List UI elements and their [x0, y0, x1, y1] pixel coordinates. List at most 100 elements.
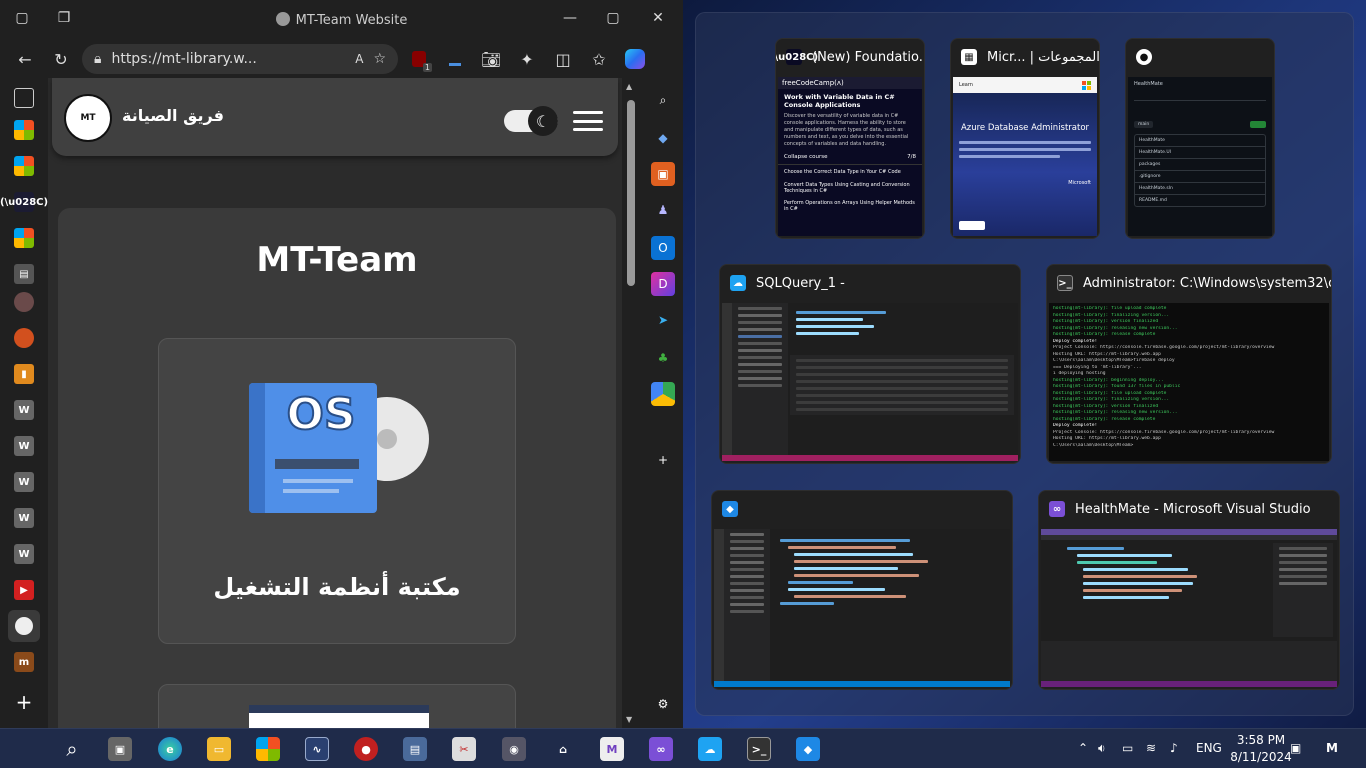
volume-icon[interactable]: 🔉︎	[1098, 741, 1106, 756]
terminal-taskbar-icon[interactable]: >_	[747, 737, 771, 761]
games-icon[interactable]: ♟	[651, 198, 675, 222]
battery-icon[interactable]: ▭	[1122, 741, 1133, 755]
language-indicator[interactable]: ENG	[1196, 741, 1222, 755]
designer-icon[interactable]: D	[651, 272, 675, 296]
tab-wix-icon[interactable]: W	[14, 472, 34, 492]
mt-app-icon[interactable]: M	[600, 737, 624, 761]
wifi-icon[interactable]: ≋	[1146, 741, 1156, 755]
fcc-desc: Discover the versatility of variable dat…	[784, 113, 909, 147]
speaker-icon[interactable]: ♪	[1170, 741, 1178, 755]
tab-wix-icon[interactable]: W	[14, 544, 34, 564]
tab-microsoft-icon[interactable]	[14, 228, 34, 248]
snipping-tool-icon[interactable]: ✂	[452, 737, 476, 761]
tab-analytics-icon[interactable]: ▮	[14, 364, 34, 384]
recording-app-icon[interactable]: ●	[354, 737, 378, 761]
file-explorer-icon[interactable]: ▭	[207, 737, 231, 761]
microsoft-store-icon[interactable]	[256, 737, 280, 761]
os-library-card[interactable]: OS مكتبة أنظمة التشغيل	[158, 338, 516, 644]
dark-mode-toggle[interactable]: ☾	[504, 106, 558, 136]
remote-desktop-icon[interactable]: ▤	[403, 737, 427, 761]
tools-icon[interactable]: ▣	[651, 162, 675, 186]
task-view-icon[interactable]: ▣	[108, 737, 132, 761]
mosque-app-icon[interactable]: ⌂	[551, 737, 575, 761]
snap-window-header: >_ Administrator: C:\Windows\system32\cm…	[1047, 265, 1331, 301]
connect-icon[interactable]: ◉	[502, 737, 526, 761]
new-tab-button[interactable]: +	[14, 690, 34, 714]
visual-studio-preview	[1041, 529, 1337, 687]
edge-taskbar-icon[interactable]: e	[158, 737, 182, 761]
window-title: MT-Team Website	[0, 12, 683, 28]
tab-freecodecamp-icon[interactable]: (\u028C)	[0, 192, 48, 212]
resource-monitor-icon[interactable]: ∿	[305, 737, 329, 761]
tab-actions-icon[interactable]	[14, 88, 34, 108]
snap-window-github[interactable]: ● HealthMate main HealthMate HealthMate.…	[1125, 38, 1275, 239]
favorites-icon[interactable]: ✩	[584, 44, 614, 74]
show-hidden-icons-chevron-icon[interactable]: ⌃	[1078, 741, 1088, 755]
telegram-icon[interactable]: ➤	[651, 308, 675, 332]
browser-window: ▢ ❐ MT-Team Website — ▢ ✕ ← ↻ 🔒︎ https:/…	[0, 0, 683, 728]
sql-preview	[722, 303, 1018, 461]
snap-window-title: Micr... | المجموعات	[987, 49, 1099, 65]
tab-mt-team-active[interactable]	[8, 610, 40, 642]
learn-preview: Learn Azure Database Administrator Micro…	[953, 77, 1097, 236]
tab-wix-icon[interactable]: W	[14, 436, 34, 456]
google-drive-icon[interactable]	[651, 382, 675, 406]
site-logo[interactable]: MT	[64, 94, 112, 142]
scrollbar-thumb[interactable]	[627, 100, 635, 286]
maximize-button[interactable]: ▢	[603, 10, 623, 30]
back-button[interactable]: ←	[10, 44, 40, 74]
tree-icon[interactable]: ♣	[651, 346, 675, 370]
learn-heading: Azure Database Administrator	[960, 123, 1090, 133]
vscode-taskbar-icon[interactable]: ◆	[796, 737, 820, 761]
outlook-icon[interactable]: O	[651, 236, 675, 260]
tab-wix-icon[interactable]: W	[14, 400, 34, 420]
tab-site-icon[interactable]	[14, 292, 34, 312]
clock[interactable]: 3:58 PM 8/11/2024	[1230, 732, 1292, 766]
snap-window-visual-studio[interactable]: ∞ HealthMate - Microsoft Visual Studio	[1038, 490, 1340, 690]
refresh-button[interactable]: ↻	[46, 44, 76, 74]
start-button[interactable]	[12, 737, 34, 759]
shopping-tag-icon[interactable]: ◆	[651, 126, 675, 150]
azure-data-studio-taskbar-icon[interactable]: ☁	[698, 737, 722, 761]
hamburger-menu-button[interactable]	[573, 111, 603, 131]
tab-youtube-icon[interactable]: ▶	[14, 580, 34, 600]
extension-blue-icon[interactable]	[440, 44, 470, 74]
terminal-preview: hosting[mt-library]: file upload complet…	[1049, 303, 1329, 461]
tab-site-icon[interactable]	[14, 328, 34, 348]
github-repo: HealthMate	[1134, 81, 1163, 87]
snap-window-microsoft-learn[interactable]: ▦ Micr... | المجموعات Learn Azure Databa…	[950, 38, 1100, 239]
tab-site-icon[interactable]: m	[14, 652, 34, 672]
snap-window-vscode[interactable]: ◆	[711, 490, 1013, 690]
site-favicon	[275, 12, 290, 26]
read-aloud-icon[interactable]: A	[355, 52, 363, 66]
extensions-puzzle-icon[interactable]: ✦	[512, 44, 542, 74]
add-sidebar-app-icon[interactable]: +	[651, 448, 675, 472]
screenshot-icon[interactable]: 📷︎	[476, 44, 506, 74]
settings-gear-icon[interactable]: ⚙	[651, 692, 675, 716]
minimize-button[interactable]: —	[560, 10, 580, 30]
tab-site-icon[interactable]: ▤	[14, 264, 34, 284]
visual-studio-taskbar-icon[interactable]: ∞	[649, 737, 673, 761]
search-icon[interactable]: ⌕	[651, 88, 675, 112]
tab-microsoft-icon[interactable]	[14, 120, 34, 140]
snap-window-terminal[interactable]: >_ Administrator: C:\Windows\system32\cm…	[1046, 264, 1332, 464]
mt-tray-icon[interactable]: M	[1326, 741, 1338, 755]
split-screen-icon[interactable]: ◫	[548, 44, 578, 74]
snap-window-azure-data-studio[interactable]: ☁ SQLQuery_1 -	[719, 264, 1021, 464]
tab-wix-icon[interactable]: W	[14, 508, 34, 528]
tab-microsoft-icon[interactable]	[14, 156, 34, 176]
moon-icon: ☾	[528, 106, 558, 136]
address-bar[interactable]: 🔒︎ https://mt-library.w... A ☆	[82, 44, 398, 74]
fcc-item: Perform Operations on Arrays Using Helpe…	[784, 200, 915, 212]
copilot-icon[interactable]	[620, 44, 650, 74]
search-icon[interactable]: ⌕	[60, 737, 84, 761]
favorite-star-icon[interactable]: ☆	[373, 51, 386, 67]
page-scrollbar[interactable]: ▲ ▼	[622, 78, 642, 728]
library-card[interactable]	[158, 684, 516, 728]
snap-window-freecodecamp[interactable]: (\u028C) (New) Foundatio... freeCodeCamp…	[775, 38, 925, 239]
ublock-extension-icon[interactable]: 1	[404, 44, 434, 74]
snap-window-header: ∞ HealthMate - Microsoft Visual Studio	[1039, 491, 1339, 527]
terminal-output: hosting[mt-library]: file upload complet…	[1053, 306, 1325, 449]
close-button[interactable]: ✕	[648, 10, 668, 30]
notification-icon[interactable]: ▣	[1290, 741, 1301, 755]
